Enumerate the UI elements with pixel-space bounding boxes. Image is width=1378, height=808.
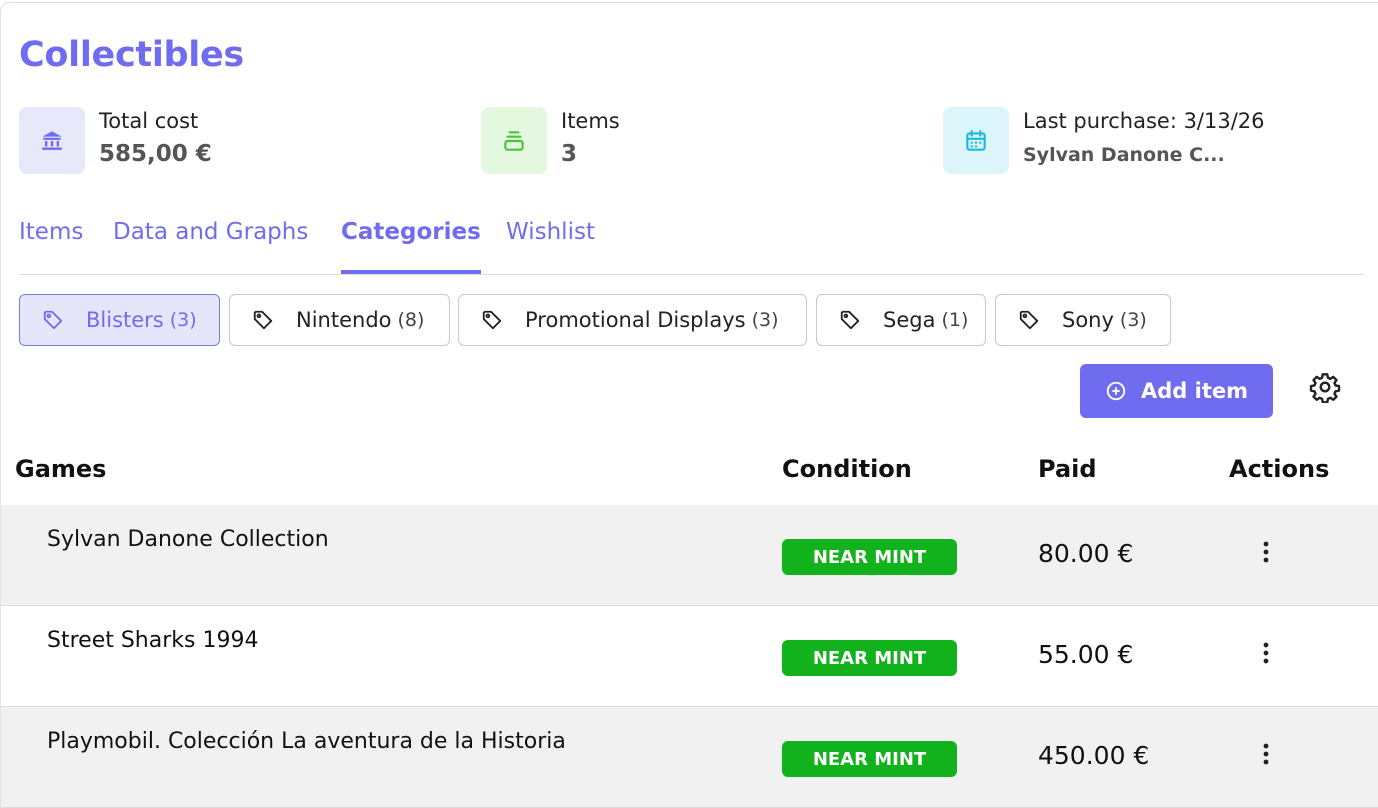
category-label: Sony	[1062, 308, 1114, 332]
plus-circle-icon	[1106, 381, 1126, 401]
category-chip-sega[interactable]: Sega (1)	[816, 294, 986, 346]
tab-bar: Items Data and Graphs Categories Wishlis…	[19, 219, 1364, 275]
tag-icon	[1019, 310, 1039, 330]
category-chip-nintendo[interactable]: Nintendo (8)	[229, 294, 450, 346]
item-name: Playmobil. Colección La aventura de la H…	[47, 729, 566, 754]
collection-card: Collectibles Total cost 585,00 € Items 3	[0, 2, 1378, 808]
item-paid: 450.00 €	[1038, 741, 1150, 770]
category-count: (8)	[397, 309, 425, 331]
tab-data-and-graphs[interactable]: Data and Graphs	[113, 219, 308, 274]
condition-badge: NEAR MINT	[782, 640, 957, 676]
category-count: (1)	[941, 309, 969, 331]
item-name: Sylvan Danone Collection	[47, 527, 329, 552]
category-chip-blisters[interactable]: Blisters (3)	[19, 294, 220, 346]
add-item-button[interactable]: Add item	[1080, 364, 1273, 418]
more-vertical-icon[interactable]	[1253, 640, 1279, 666]
table-row[interactable]: Playmobil. Colección La aventura de la H…	[1, 707, 1378, 808]
stat-total-cost: Total cost 585,00 €	[19, 107, 419, 174]
column-header-games[interactable]: Games	[15, 455, 106, 483]
item-paid: 55.00 €	[1038, 640, 1134, 669]
tab-wishlist[interactable]: Wishlist	[506, 219, 595, 274]
tag-icon	[840, 310, 860, 330]
category-label: Promotional Displays	[525, 308, 746, 332]
tag-icon	[253, 310, 273, 330]
add-item-label: Add item	[1141, 379, 1248, 403]
category-label: Nintendo	[296, 308, 392, 332]
stat-value: 3	[561, 141, 578, 167]
item-name: Street Sharks 1994	[47, 628, 259, 653]
table-row[interactable]: Street Sharks 1994 NEAR MINT 55.00 €	[1, 606, 1378, 707]
condition-badge: NEAR MINT	[782, 741, 957, 777]
stat-value: Sylvan Danone C...	[1023, 144, 1225, 166]
category-count: (3)	[1119, 309, 1147, 331]
category-count: (3)	[751, 309, 779, 331]
stack-icon	[481, 107, 547, 174]
column-header-paid[interactable]: Paid	[1038, 455, 1097, 483]
more-vertical-icon[interactable]	[1253, 741, 1279, 767]
gear-icon[interactable]	[1309, 371, 1341, 403]
bank-icon	[19, 107, 85, 174]
category-label: Sega	[883, 308, 936, 332]
category-label: Blisters	[86, 308, 164, 332]
item-paid: 80.00 €	[1038, 539, 1134, 568]
category-chip-promotional-displays[interactable]: Promotional Displays (3)	[458, 294, 807, 346]
column-header-condition[interactable]: Condition	[782, 455, 912, 483]
category-count: (3)	[169, 309, 197, 331]
stat-value: 585,00 €	[99, 141, 212, 167]
column-header-actions: Actions	[1229, 455, 1330, 483]
page-title: Collectibles	[19, 35, 244, 75]
stat-last-purchase: Last purchase: 3/13/26 Sylvan Danone C..…	[943, 107, 1363, 174]
condition-badge: NEAR MINT	[782, 539, 957, 575]
more-vertical-icon[interactable]	[1253, 539, 1279, 565]
tag-icon	[43, 310, 63, 330]
tag-icon	[482, 310, 502, 330]
tab-categories[interactable]: Categories	[341, 219, 481, 274]
stat-label: Items	[561, 109, 620, 133]
calendar-icon	[943, 107, 1009, 174]
stat-label: Last purchase: 3/13/26	[1023, 109, 1265, 133]
table-row[interactable]: Sylvan Danone Collection NEAR MINT 80.00…	[1, 505, 1378, 606]
stat-items: Items 3	[481, 107, 881, 174]
tab-items[interactable]: Items	[19, 219, 83, 274]
category-chip-sony[interactable]: Sony (3)	[995, 294, 1171, 346]
stat-label: Total cost	[99, 109, 199, 133]
